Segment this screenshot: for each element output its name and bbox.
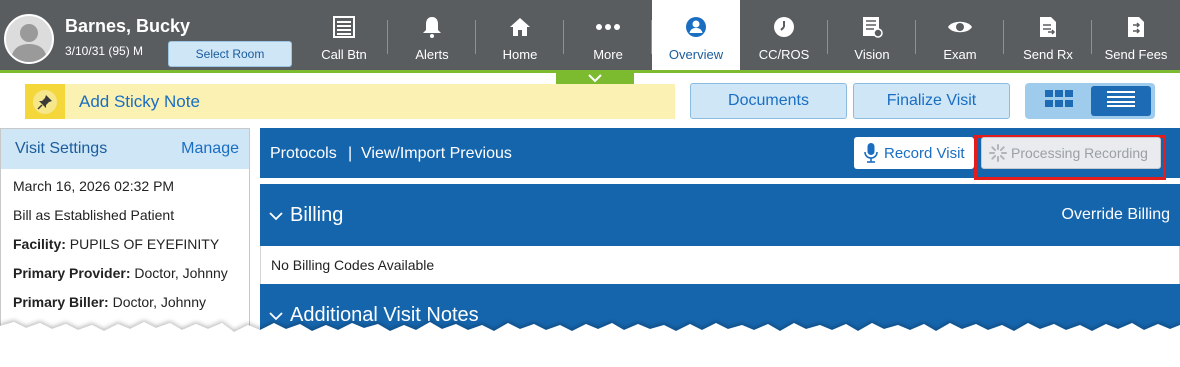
primary-biller-label: Primary Biller: [13, 294, 109, 310]
billing-title: Billing [290, 204, 344, 226]
nav-label: Home [502, 47, 538, 62]
home-icon [476, 14, 564, 40]
nav-label: Vision [854, 47, 890, 62]
sticky-note-label: Add Sticky Note [79, 91, 200, 111]
nav-exam[interactable]: Exam [916, 0, 1004, 70]
eye-icon [916, 14, 1004, 40]
nav-label: Send Rx [1023, 47, 1073, 62]
patient-avatar[interactable] [4, 14, 54, 64]
nav-vision[interactable]: Vision [828, 0, 916, 70]
more-dots-icon [564, 14, 652, 40]
billing-empty-message: No Billing Codes Available [271, 257, 435, 273]
facility-value: PUPILS OF EYEFINITY [69, 236, 220, 252]
send-rx-icon [1004, 14, 1092, 40]
chevron-down-icon [269, 208, 283, 226]
bell-icon [388, 14, 476, 40]
visit-settings-title: Visit Settings [15, 140, 108, 157]
primary-biller-row: Primary Biller: Doctor, Johnny [13, 293, 237, 311]
list-view-icon [1107, 90, 1135, 112]
nav-label: Exam [943, 47, 977, 62]
sticky-icon-box [25, 84, 65, 119]
call-button-icon [300, 14, 388, 40]
spinner-icon [989, 144, 1007, 162]
nav-label: More [593, 47, 623, 62]
primary-biller-value: Doctor, Johnny [112, 294, 206, 310]
nav-overview[interactable]: Overview [652, 0, 740, 70]
torn-edge-decoration [0, 322, 1180, 367]
visit-settings-header: Visit Settings Manage [1, 129, 249, 169]
protocols-separator: | [348, 145, 353, 162]
nav-home[interactable]: Home [476, 0, 564, 70]
grid-view-button[interactable] [1031, 87, 1087, 115]
record-visit-button[interactable]: Record Visit [854, 137, 974, 169]
override-billing-link[interactable]: Override Billing [1062, 206, 1170, 224]
clock-icon [740, 14, 828, 40]
nav-cc-ros[interactable]: CC/ROS [740, 0, 828, 70]
nav-label: Call Btn [321, 47, 367, 62]
manage-link[interactable]: Manage [181, 140, 239, 158]
grid-view-icon [1045, 89, 1073, 113]
microphone-icon [864, 143, 878, 163]
top-bar: Barnes, Bucky 3/10/31 (95) M Select Room… [0, 0, 1180, 70]
person-icon [652, 14, 740, 40]
visit-date: March 16, 2026 02:32 PM [13, 178, 175, 194]
processing-recording-button[interactable]: Processing Recording [981, 137, 1161, 169]
view-import-previous-link[interactable]: View/Import Previous [361, 145, 512, 163]
finalize-visit-button[interactable]: Finalize Visit [853, 83, 1010, 119]
nav-alerts[interactable]: Alerts [388, 0, 476, 70]
facility-row: Facility: PUPILS OF EYEFINITY [13, 235, 237, 253]
protocols-link[interactable]: Protocols [270, 145, 337, 163]
pushpin-icon [33, 89, 57, 114]
list-view-button[interactable] [1091, 86, 1151, 116]
patient-dob-age-sex: 3/10/31 (95) M [65, 44, 144, 58]
nav-label: Overview [668, 47, 724, 62]
app-window: Barnes, Bucky 3/10/31 (95) M Select Room… [0, 0, 1180, 367]
select-room-button[interactable]: Select Room [168, 41, 292, 67]
visit-settings-body: March 16, 2026 02:32 PM Bill as Establis… [1, 169, 249, 330]
view-mode-toggle [1025, 83, 1155, 119]
facility-label: Facility: [13, 236, 66, 252]
send-fees-icon [1092, 14, 1180, 40]
nav-label: Alerts [415, 47, 449, 62]
nav-send-fees[interactable]: Send Fees [1092, 0, 1180, 70]
billing-section-body: No Billing Codes Available [260, 246, 1180, 284]
primary-provider-value: Doctor, Johnny [134, 265, 228, 281]
primary-provider-label: Primary Provider: [13, 265, 131, 281]
vision-chart-icon [828, 14, 916, 40]
billing-section-header[interactable]: Billing Override Billing [260, 184, 1180, 246]
patient-name: Barnes, Bucky [65, 16, 191, 36]
billing-type: Bill as Established Patient [13, 207, 175, 223]
documents-button[interactable]: Documents [690, 83, 847, 119]
nav-label: Send Fees [1104, 47, 1168, 62]
record-visit-label: Record Visit [884, 144, 965, 162]
nav-call-btn[interactable]: Call Btn [300, 0, 388, 70]
nav-label: CC/ROS [758, 47, 810, 62]
processing-recording-label: Processing Recording [1011, 145, 1148, 161]
primary-provider-row: Primary Provider: Doctor, Johnny [13, 264, 237, 282]
nav-more[interactable]: More [564, 0, 652, 70]
nav-send-rx[interactable]: Send Rx [1004, 0, 1092, 70]
main-nav: Call Btn Alerts Home More Overview CC/RO… [300, 0, 1180, 70]
add-sticky-note-button[interactable]: Add Sticky Note [25, 84, 675, 119]
protocols-bar: Protocols | View/Import Previous Record … [260, 128, 1180, 180]
